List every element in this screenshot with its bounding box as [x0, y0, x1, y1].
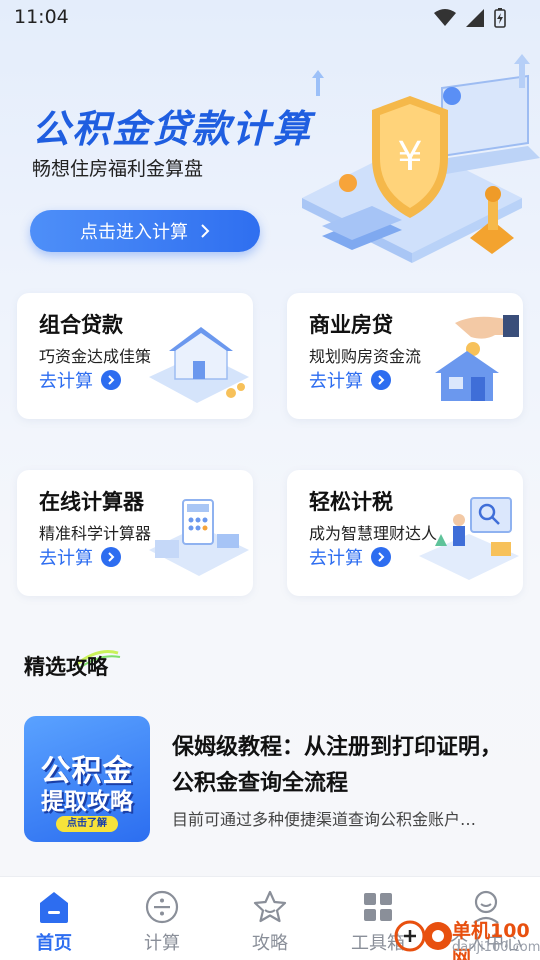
- enter-calculator-button[interactable]: 点击进入计算: [30, 210, 260, 252]
- star-icon: [253, 890, 287, 923]
- divide-icon: [145, 890, 179, 924]
- banner-subtitle: 畅想住房福利金算盘: [32, 158, 204, 180]
- card-title: 商业房贷: [309, 313, 393, 337]
- grid-icon: [364, 893, 392, 921]
- signal-icon: [466, 9, 484, 27]
- chevron-right-icon: [371, 370, 391, 390]
- chevron-right-icon: [201, 224, 210, 238]
- thumb-title-line2: 提取攻略: [41, 789, 133, 815]
- hero-banner: 公积金贷款计算 畅想住房福利金算盘 点击进入计算 ¥: [0, 40, 540, 270]
- article-summary: 目前可通过多种便捷渠道查询公积金账户…: [172, 810, 477, 829]
- chevron-right-icon: [101, 370, 121, 390]
- go-calculate-link[interactable]: 去计算: [39, 367, 121, 393]
- nav-home[interactable]: 首页: [0, 877, 108, 960]
- card-combined-loan[interactable]: 组合贷款 巧资金达成佳策 去计算: [17, 293, 253, 419]
- card-online-calculator[interactable]: 在线计算器 精准科学计算器 去计算: [17, 470, 253, 596]
- status-icons: [434, 8, 506, 28]
- calculator-illustration: [149, 499, 249, 576]
- battery-icon: [494, 8, 506, 28]
- nav-label: 计算: [144, 933, 180, 954]
- chevron-right-icon: [371, 547, 391, 567]
- card-title: 组合贷款: [39, 313, 123, 337]
- watermark-url: danji100.com: [452, 940, 540, 955]
- article-thumbnail[interactable]: 公积金 提取攻略 点击了解: [24, 716, 150, 842]
- card-desc: 精准科学计算器: [39, 524, 152, 543]
- home-icon: [40, 892, 68, 923]
- card-desc: 巧资金达成佳策: [39, 347, 152, 366]
- card-title: 轻松计税: [309, 490, 393, 514]
- chevron-right-icon: [101, 547, 121, 567]
- nav-calculate[interactable]: 计算: [108, 877, 216, 960]
- house-illustration: [149, 327, 249, 403]
- hand-house-illustration: [435, 315, 519, 401]
- go-calculate-link[interactable]: 去计算: [309, 367, 391, 393]
- nav-guides[interactable]: 攻略: [216, 877, 324, 960]
- card-commercial-loan[interactable]: 商业房贷 规划购房资金流 去计算: [287, 293, 523, 419]
- go-calculate-link[interactable]: 去计算: [39, 544, 121, 570]
- go-calculate-label: 去计算: [309, 371, 363, 392]
- card-desc: 规划购房资金流: [309, 347, 422, 366]
- nav-label: 攻略: [252, 933, 288, 954]
- card-title: 在线计算器: [39, 490, 144, 514]
- go-calculate-label: 去计算: [39, 371, 93, 392]
- go-calculate-label: 去计算: [39, 548, 93, 569]
- section-title-featured-guides: 精选攻略: [24, 655, 108, 679]
- status-bar: 11:04: [0, 0, 540, 36]
- banner-title: 公积金贷款计算: [32, 107, 313, 151]
- banner-illustration: ¥: [302, 54, 540, 263]
- svg-text:¥: ¥: [397, 134, 422, 180]
- status-time: 11:04: [14, 6, 69, 28]
- nav-label: 首页: [36, 933, 72, 954]
- article-title[interactable]: 保姆级教程：从注册到打印证明，公积金查询全流程: [172, 730, 522, 802]
- tax-illustration: [419, 497, 519, 580]
- wifi-icon: [434, 9, 456, 26]
- card-easy-tax[interactable]: 轻松计税 成为智慧理财达人 去计算: [287, 470, 523, 596]
- thumb-badge: 点击了解: [56, 816, 118, 832]
- enter-calculator-label: 点击进入计算: [80, 222, 188, 243]
- go-calculate-link[interactable]: 去计算: [309, 544, 391, 570]
- go-calculate-label: 去计算: [309, 548, 363, 569]
